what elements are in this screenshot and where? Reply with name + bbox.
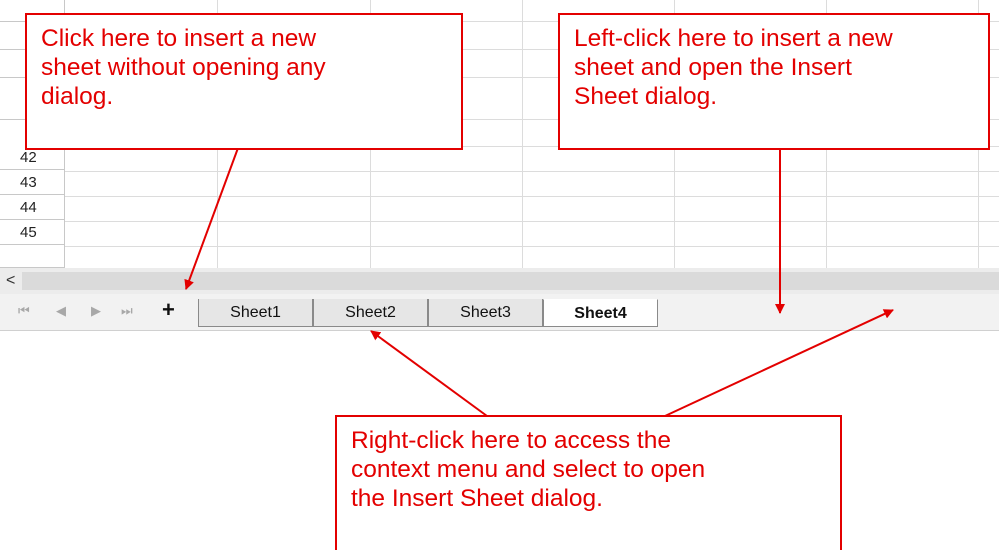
callout-add-sheet: Click here to insert a new sheet without… (25, 13, 463, 150)
callout-empty-area: Left-click here to insert a new sheet an… (558, 13, 990, 150)
arrow-to-tab-bar-right (664, 309, 894, 417)
callout-right-click: Right-click here to access the context m… (335, 415, 842, 550)
arrow-to-sheet2-tab (370, 330, 488, 417)
arrow-to-add-sheet (184, 147, 239, 290)
